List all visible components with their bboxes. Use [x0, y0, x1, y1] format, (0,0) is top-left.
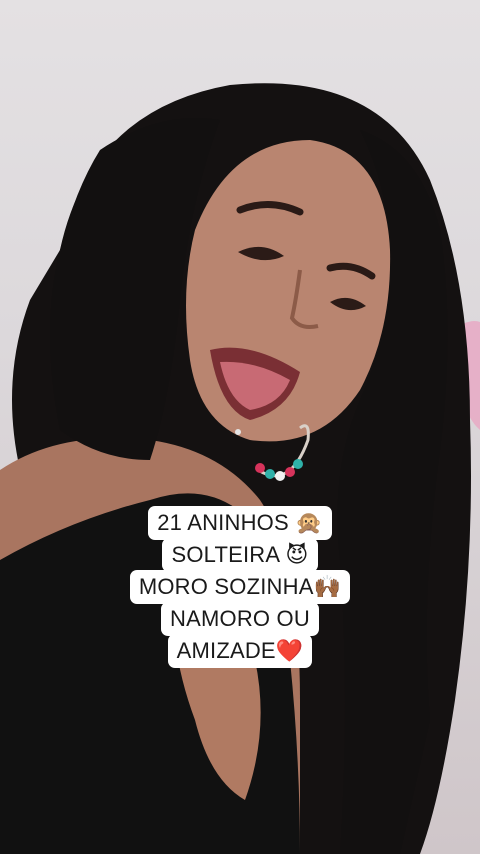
photo-frame: 21 ANINHOS 🙊 SOLTEIRA 😈 MORO SOZINHA🙌🏾 N…: [0, 0, 480, 854]
caption-line-5: AMIZADE❤️: [167, 634, 313, 668]
selfie-photo: [0, 83, 480, 854]
caption-overlay: 21 ANINHOS 🙊 SOLTEIRA 😈 MORO SOZINHA🙌🏾 N…: [0, 506, 480, 668]
caption-line-1: 21 ANINHOS 🙊: [148, 506, 332, 540]
caption-line-2: SOLTEIRA 😈: [162, 538, 318, 572]
caption-line-4: NAMORO OU: [161, 602, 319, 636]
caption-line-3: MORO SOZINHA🙌🏾: [129, 570, 351, 604]
lip-piercing: [235, 429, 241, 435]
